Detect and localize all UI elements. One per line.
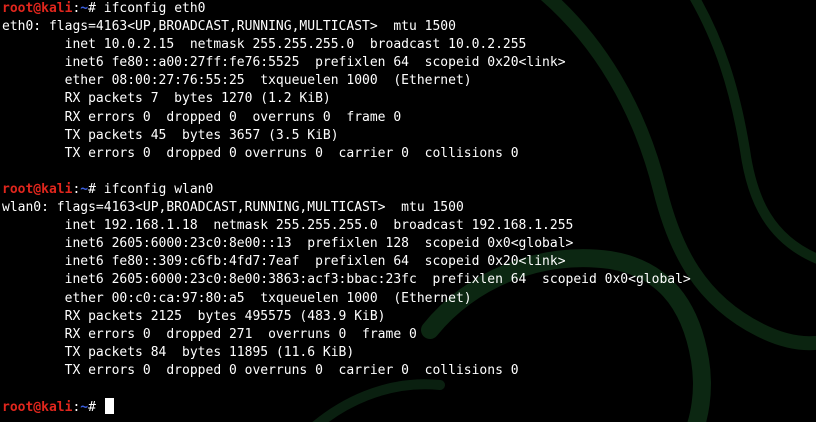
output-line: ether 08:00:27:76:55:25 txqueuelen 1000 …	[2, 73, 472, 89]
prompt-user-host: root@kali	[2, 1, 73, 16]
prompt-line: root@kali:~# ifconfig eth0	[2, 0, 691, 18]
output-line: inet 10.0.2.15 netmask 255.255.255.0 bro…	[2, 37, 527, 53]
output-line: inet6 2605:6000:23c0:8e00::13 prefixlen …	[2, 236, 574, 252]
terminal-output: root@kali:~# ifconfig eth0 eth0: flags=41…	[2, 0, 691, 416]
prompt-symbol: #	[88, 1, 96, 16]
prompt-symbol: #	[88, 181, 96, 197]
prompt-line: root@kali:~#	[2, 398, 691, 416]
output-line: eth0: flags=4163<UP,BROADCAST,RUNNING,MU…	[2, 19, 456, 35]
output-line: RX errors 0 dropped 271 overruns 0 frame…	[2, 326, 417, 342]
output-line: wlan0: flags=4163<UP,BROADCAST,RUNNING,M…	[2, 200, 464, 216]
prompt-user-host: root@kali	[2, 181, 73, 197]
output-line: RX packets 2125 bytes 495575 (483.9 KiB)	[2, 308, 386, 324]
output-line: inet 192.168.1.18 netmask 255.255.255.0 …	[2, 218, 574, 234]
output-line: inet6 fe80::309:c6fb:4fd7:7eaf prefixlen…	[2, 254, 566, 270]
output-line: RX errors 0 dropped 0 overruns 0 frame 0	[2, 109, 402, 125]
terminal-window[interactable]: root@kali:~# ifconfig eth0 eth0: flags=41…	[0, 0, 816, 422]
text-cursor[interactable]	[104, 398, 114, 415]
prompt-symbol: #	[88, 400, 96, 416]
output-line: inet6 2605:6000:23c0:8e00:3863:acf3:bbac…	[2, 272, 691, 288]
prompt-path: ~	[80, 181, 89, 197]
output-line: TX errors 0 dropped 0 overruns 0 carrier…	[2, 362, 519, 378]
prompt-path: ~	[80, 400, 89, 416]
output-line: ether 00:c0:ca:97:80:a5 txqueuelen 1000 …	[2, 290, 472, 306]
output-line: RX packets 7 bytes 1270 (1.2 KiB)	[2, 91, 331, 107]
output-line: TX packets 84 bytes 11895 (11.6 KiB)	[2, 344, 355, 360]
output-line: TX errors 0 dropped 0 overruns 0 carrier…	[2, 145, 519, 161]
command-text: ifconfig wlan0	[103, 181, 214, 197]
prompt-user-host: root@kali	[2, 400, 73, 416]
output-line: inet6 fe80::a00:27ff:fe76:5525 prefixlen…	[2, 55, 566, 71]
output-line: TX packets 45 bytes 3657 (3.5 KiB)	[2, 127, 339, 143]
prompt-line: root@kali:~# ifconfig wlan0	[2, 181, 691, 199]
prompt-path: ~	[80, 1, 89, 16]
command-text: ifconfig eth0	[103, 1, 206, 16]
